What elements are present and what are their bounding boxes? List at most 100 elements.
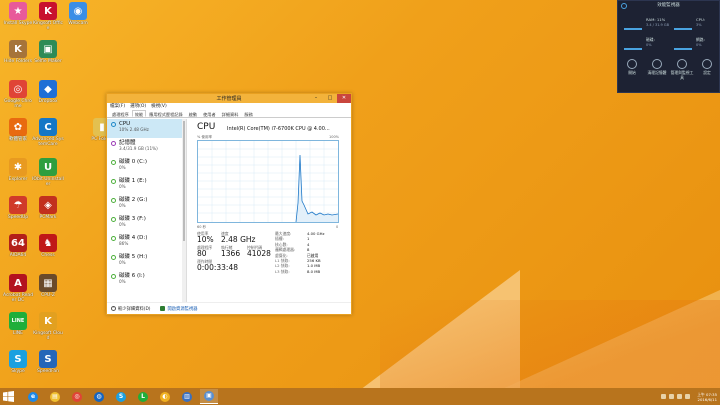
resource-item[interactable]: 記憶體 3.4/31.9 GB (11%): [107, 138, 186, 157]
desktop-icon[interactable]: ◆ Dropbox: [32, 80, 64, 104]
desktop-icon[interactable]: S SpeedFan: [32, 350, 64, 374]
menu-options[interactable]: 選項(O): [130, 103, 146, 110]
tray-icon[interactable]: [661, 394, 667, 399]
taskbar-app-button[interactable]: ◍: [90, 389, 108, 404]
tab-users[interactable]: 使用者: [200, 110, 219, 117]
taskbar-app-icon: L: [138, 391, 148, 402]
taskbar-app-icon: ◐: [160, 391, 170, 402]
scrollbar-thumb[interactable]: [183, 121, 185, 241]
resource-item[interactable]: 磁碟 6 (I:) 0%: [107, 271, 186, 290]
resource-item[interactable]: 磁碟 2 (G:) 0%: [107, 195, 186, 214]
monitor-logo-icon: [621, 3, 627, 9]
task-manager-window[interactable]: 工作管理員 – □ ✕ 檔案(F) 選項(O) 檢視(V) 處理程序 效能 應用…: [106, 93, 352, 315]
desktop-icon[interactable]: ★ Install Skype: [2, 2, 34, 26]
desktop-icon[interactable]: ✱ Explorer: [2, 158, 34, 182]
desktop-icon[interactable]: 64 AIDA64: [2, 234, 34, 258]
spec-value: 256 KB: [307, 258, 321, 263]
fewer-details-label: 較少詳細資料(D): [118, 306, 151, 312]
title-bar[interactable]: 工作管理員 – □ ✕: [107, 94, 351, 103]
spec-value: 1.0 MB: [307, 263, 321, 269]
taskbar-app-button[interactable]: ▥: [178, 389, 196, 404]
desktop-icon-label: CPU-Z: [41, 293, 55, 298]
taskbar-app-button[interactable]: ▣: [200, 389, 218, 404]
menu-view[interactable]: 檢視(V): [151, 103, 167, 110]
open-resource-monitor-link[interactable]: 開啟資源監視器: [160, 306, 198, 312]
resource-item[interactable]: 磁碟 4 (D:) 86%: [107, 233, 186, 252]
maximize-button[interactable]: □: [323, 94, 337, 103]
settings-label: 設定: [703, 70, 711, 75]
start-icon: [627, 59, 637, 69]
tools-button[interactable]: 管理與監視工具: [670, 59, 694, 80]
close-button[interactable]: ✕: [337, 94, 351, 103]
taskbar-app-button[interactable]: ◐: [156, 389, 174, 404]
desktop-icon[interactable]: K Kingsoft Cloud: [32, 312, 64, 341]
resource-mini-graph-icon: [111, 179, 116, 184]
spec-value: 1: [307, 236, 310, 242]
desktop-icon[interactable]: ◉ Webcam: [62, 2, 94, 26]
resource-detail: 0%: [119, 279, 126, 284]
open-resource-monitor-label: 開啟資源監視器: [167, 306, 198, 312]
tab-services[interactable]: 服務: [241, 110, 255, 117]
taskbar-app-button[interactable]: e: [24, 389, 42, 404]
resource-monitor-icon: [160, 306, 166, 311]
settings-button[interactable]: 設定: [695, 59, 719, 76]
tab-details[interactable]: 詳細資料: [219, 110, 242, 117]
taskbar-app-icon: ▣: [204, 391, 214, 401]
desktop-icon[interactable]: ♞ Chess: [32, 234, 64, 258]
spec-value: 4: [307, 241, 310, 247]
cpu-label: CPU:: [696, 17, 705, 22]
desktop-icon[interactable]: ▣ Selfie Maker: [32, 40, 64, 64]
desktop-icon-label: Selfie Maker: [34, 59, 62, 64]
tray-icon[interactable]: [669, 394, 675, 399]
desktop-icon[interactable]: K Hide Folders: [2, 40, 34, 64]
tab-startup[interactable]: 啟動: [186, 110, 200, 117]
scrollbar[interactable]: [182, 119, 186, 302]
resource-item[interactable]: CPU 10% 2.48 GHz: [107, 119, 186, 138]
app-icon: ✱: [9, 158, 27, 176]
app-icon: A: [9, 274, 27, 292]
desktop-icon[interactable]: A Acrobat Reader DC: [2, 274, 34, 303]
start-button[interactable]: 開始: [620, 59, 644, 76]
resource-item[interactable]: 磁碟 3 (F:) 0%: [107, 214, 186, 233]
resource-item[interactable]: 磁碟 5 (H:) 0%: [107, 252, 186, 271]
handles-value: 41028: [247, 249, 271, 258]
minimize-button[interactable]: –: [309, 94, 323, 103]
tab-processes[interactable]: 處理程序: [109, 110, 132, 117]
desktop-icon[interactable]: K Kingsoft Office: [32, 2, 64, 31]
windows-start-icon[interactable]: [3, 391, 14, 402]
volume-icon[interactable]: [685, 394, 691, 399]
resource-mini-graph-icon: [111, 122, 116, 127]
desktop-icon-label: Kingsoft Cloud: [33, 331, 63, 341]
desktop-icon[interactable]: C Advanced SystemCare: [32, 118, 64, 147]
widget-title-bar[interactable]: 效能監視器: [618, 1, 719, 11]
desktop-icon-label: IObit Uninstaller: [32, 177, 64, 187]
tab-app-history[interactable]: 應用程式歷程記錄: [146, 110, 186, 117]
desktop-icon[interactable]: S Skype: [2, 350, 34, 374]
ram-label: RAM: 11%: [646, 17, 666, 22]
network-icon[interactable]: [677, 394, 683, 399]
taskbar-app-button[interactable]: S: [112, 389, 130, 404]
clean-memory-button[interactable]: 清理記憶體: [645, 59, 669, 76]
desktop-icon-label: Hide Folders: [4, 59, 32, 64]
taskbar-app-button[interactable]: ◎: [68, 389, 86, 404]
taskbar-app-icon: ◎: [72, 391, 82, 402]
processes-value: 80: [197, 249, 207, 258]
resource-item[interactable]: 磁碟 0 (C:) 0%: [107, 157, 186, 176]
tab-performance[interactable]: 效能: [131, 110, 147, 117]
desktop-icon-label: LINE: [12, 331, 24, 336]
taskbar-app-button[interactable]: L: [134, 389, 152, 404]
performance-monitor-widget[interactable]: 效能監視器 RAM: 11% 3.4 / 31.9 GB CPU: 3% 磁碟:…: [617, 0, 720, 93]
menu-file[interactable]: 檔案(F): [110, 103, 125, 110]
desktop-icon[interactable]: ◈ PCMark: [32, 196, 64, 220]
fewer-details-button[interactable]: ⌃ 較少詳細資料(D): [111, 306, 150, 312]
desktop-icon[interactable]: ✿ 軟體管家: [2, 118, 34, 142]
desktop-icon[interactable]: ▦ CPU-Z: [32, 274, 64, 298]
clock[interactable]: 上午 07:35 2016/6/11: [697, 392, 717, 402]
taskbar-app-button[interactable]: ▤: [46, 389, 64, 404]
desktop-icon[interactable]: U IObit Uninstaller: [32, 158, 64, 187]
memory-icon: [652, 59, 662, 69]
desktop-icon[interactable]: LINE LINE: [2, 312, 34, 336]
resource-item[interactable]: 磁碟 1 (E:) 0%: [107, 176, 186, 195]
desktop-icon[interactable]: ☂ SpeedUp: [2, 196, 34, 220]
desktop-icon[interactable]: ◎ Google Chrome: [2, 80, 34, 109]
